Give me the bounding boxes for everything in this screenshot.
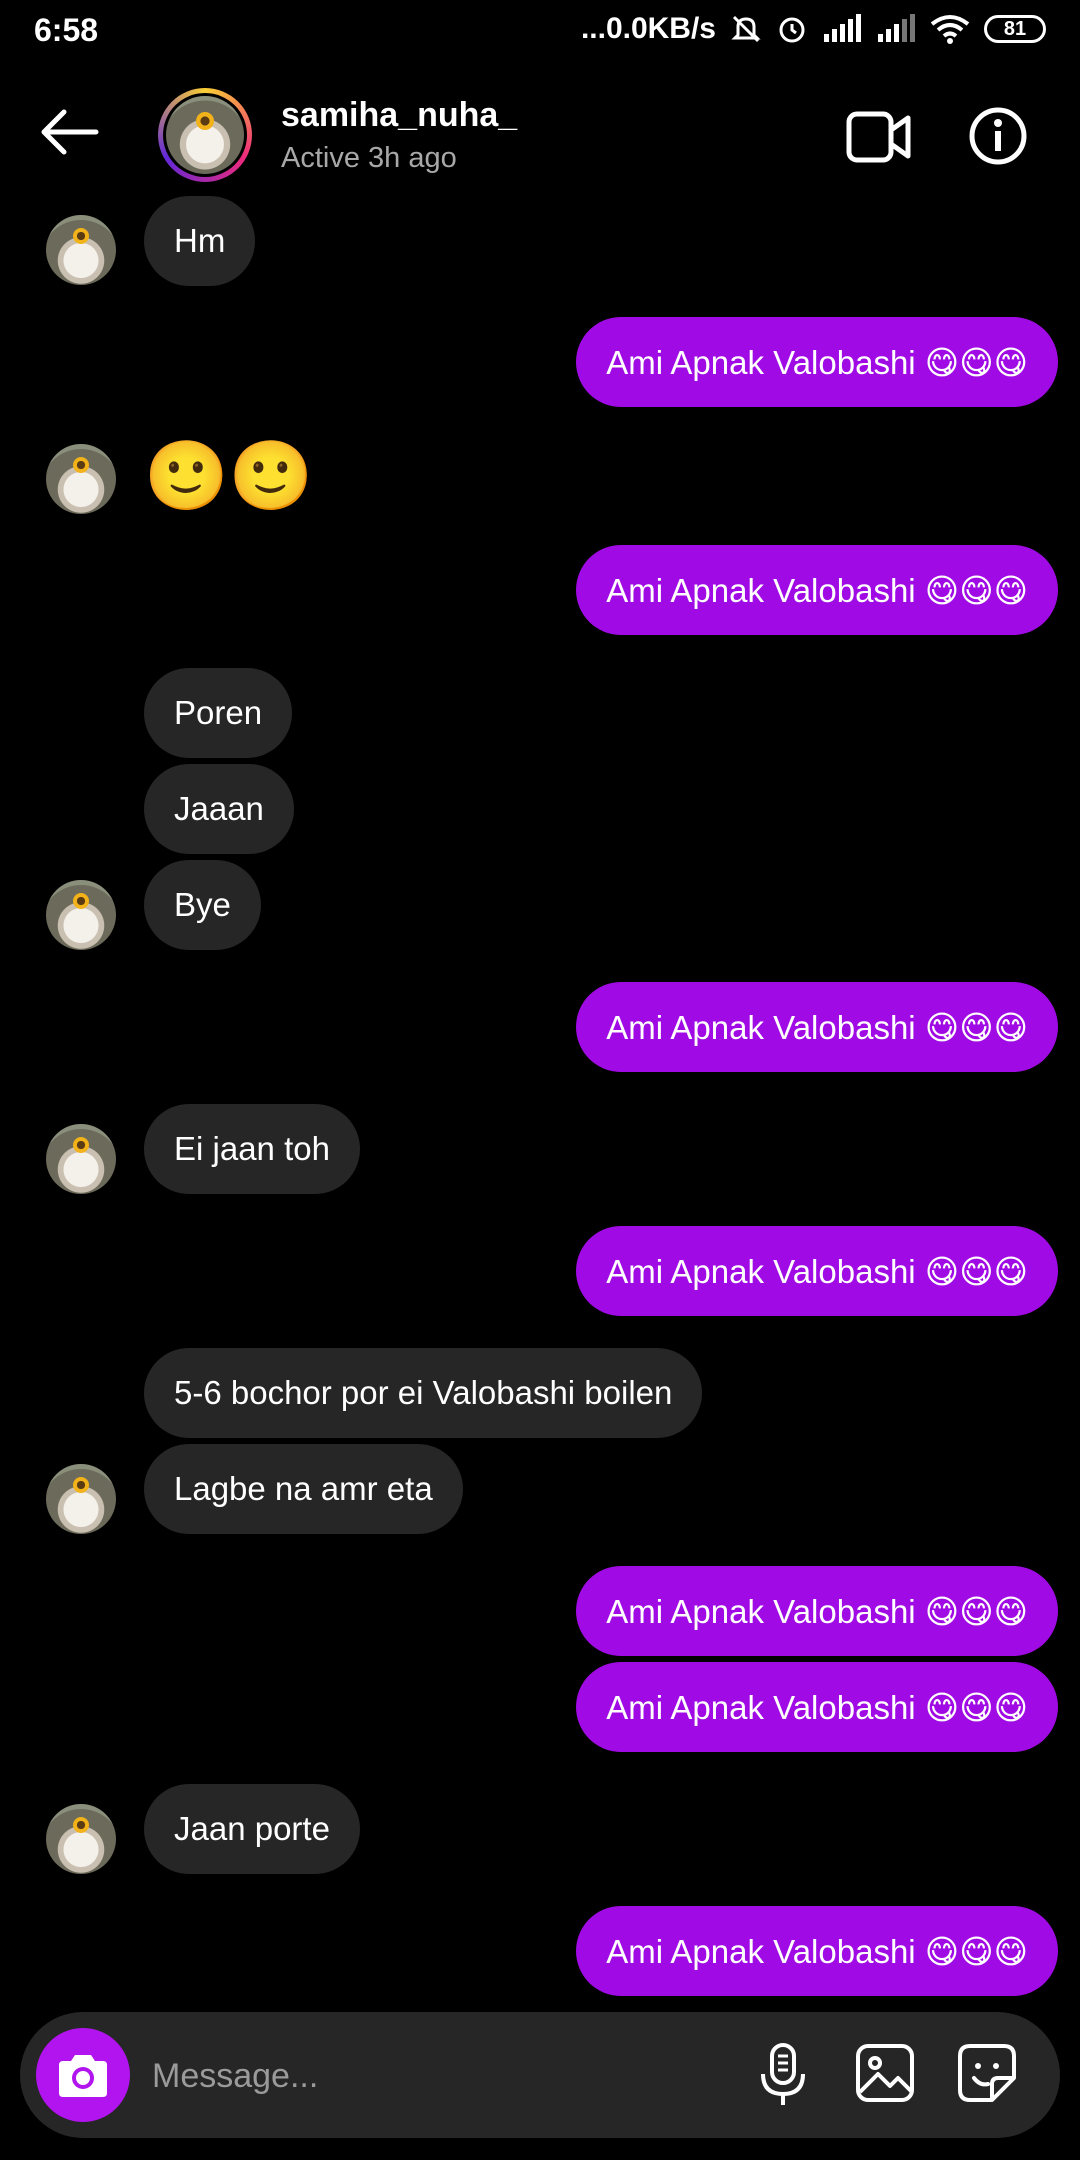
image-icon[interactable] (854, 2042, 916, 2104)
sender-avatar[interactable] (46, 880, 116, 950)
battery-indicator: 81 (984, 15, 1046, 43)
message-incoming-emoji[interactable]: 🙂🙂 (144, 442, 313, 510)
message-outgoing[interactable]: Ami Apnak Valobashi 😋😋😋 (576, 982, 1058, 1072)
sender-avatar[interactable] (46, 1464, 116, 1534)
camera-icon (59, 2055, 107, 2097)
status-icons: ...0.0KB/s 81 (581, 12, 1046, 46)
message-outgoing[interactable]: Ami Apnak Valobashi 😋😋😋 (576, 1662, 1058, 1752)
message-incoming[interactable]: Poren (144, 668, 293, 758)
sender-avatar[interactable] (46, 215, 116, 285)
message-incoming[interactable]: Hm (144, 196, 256, 286)
message-outgoing[interactable]: Ami Apnak Valobashi 😋😋😋 (576, 1226, 1058, 1316)
message-incoming[interactable]: Bye (144, 860, 261, 950)
signal-icon (824, 14, 861, 42)
message-incoming[interactable]: 5-6 bochor por ei Valobashi boilen (144, 1348, 703, 1438)
message-composer (20, 2012, 1060, 2140)
status-time: 6:58 (34, 12, 99, 48)
message-outgoing[interactable]: Ami Apnak Valobashi 😋😋😋 (576, 317, 1058, 407)
message-outgoing[interactable]: Ami Apnak Valobashi 😋😋😋 (576, 545, 1058, 635)
activity-status: Active 3h ago (281, 142, 457, 174)
sender-avatar[interactable] (46, 1124, 116, 1194)
camera-button[interactable] (36, 2028, 130, 2122)
message-outgoing[interactable]: Ami Apnak Valobashi 😋😋😋 (576, 1566, 1058, 1656)
alarm-icon (779, 17, 805, 43)
sender-avatar[interactable] (46, 444, 116, 514)
sender-avatar[interactable] (46, 1804, 116, 1874)
info-icon[interactable] (968, 106, 1028, 166)
chat-username[interactable]: samiha_nuha_ (281, 96, 517, 135)
signal-2-icon (878, 14, 915, 42)
profile-avatar[interactable] (158, 88, 252, 182)
wifi-icon (930, 15, 970, 44)
message-incoming[interactable]: Lagbe na amr eta (144, 1444, 463, 1534)
status-bar: 6:58 ...0.0KB/s 81 (0, 0, 1080, 62)
mute-icon (731, 15, 761, 43)
chat-header: samiha_nuha_ Active 3h ago (0, 62, 1080, 212)
sticker-icon[interactable] (956, 2042, 1018, 2104)
arrow-left-icon[interactable] (40, 108, 100, 156)
message-incoming[interactable]: Jaan porte (144, 1784, 360, 1874)
message-outgoing[interactable]: Ami Apnak Valobashi 😋😋😋 (576, 1906, 1058, 1996)
message-incoming[interactable]: Ei jaan toh (144, 1104, 360, 1194)
message-incoming[interactable]: Jaaan (144, 764, 294, 854)
message-input[interactable] (150, 2012, 714, 2140)
network-speed: ...0.0KB/s (580, 12, 716, 45)
video-camera-icon[interactable] (846, 110, 912, 164)
microphone-icon[interactable] (758, 2042, 808, 2108)
